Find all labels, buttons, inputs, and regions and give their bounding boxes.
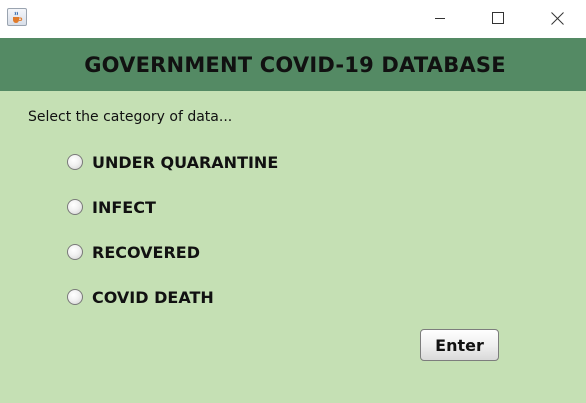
radio-button-icon[interactable] (67, 154, 83, 170)
radio-infect[interactable]: INFECT (67, 196, 156, 218)
radio-label[interactable]: RECOVERED (92, 243, 200, 262)
radio-under-quarantine[interactable]: UNDER QUARANTINE (67, 151, 278, 173)
minimize-icon (435, 18, 445, 19)
java-cup-icon[interactable] (7, 8, 27, 26)
enter-button[interactable]: Enter (420, 329, 499, 361)
radio-recovered[interactable]: RECOVERED (67, 241, 200, 263)
category-prompt: Select the category of data... (28, 109, 233, 125)
radio-button-icon[interactable] (67, 289, 83, 305)
close-icon (550, 11, 564, 25)
maximize-button[interactable] (475, 0, 521, 36)
radio-label[interactable]: INFECT (92, 198, 156, 217)
application-window: GOVERNMENT COVID-19 DATABASE Select the … (0, 0, 586, 403)
radio-label[interactable]: UNDER QUARANTINE (92, 153, 278, 172)
radio-label[interactable]: COVID DEATH (92, 288, 214, 307)
radio-covid-death[interactable]: COVID DEATH (67, 286, 214, 308)
maximize-icon (492, 12, 504, 24)
radio-button-icon[interactable] (67, 199, 83, 215)
page-title: GOVERNMENT COVID-19 DATABASE (84, 52, 506, 77)
header-banner: GOVERNMENT COVID-19 DATABASE (0, 38, 586, 91)
title-bar[interactable] (0, 0, 586, 38)
minimize-button[interactable] (417, 0, 463, 36)
radio-button-icon[interactable] (67, 244, 83, 260)
close-button[interactable] (534, 0, 580, 36)
